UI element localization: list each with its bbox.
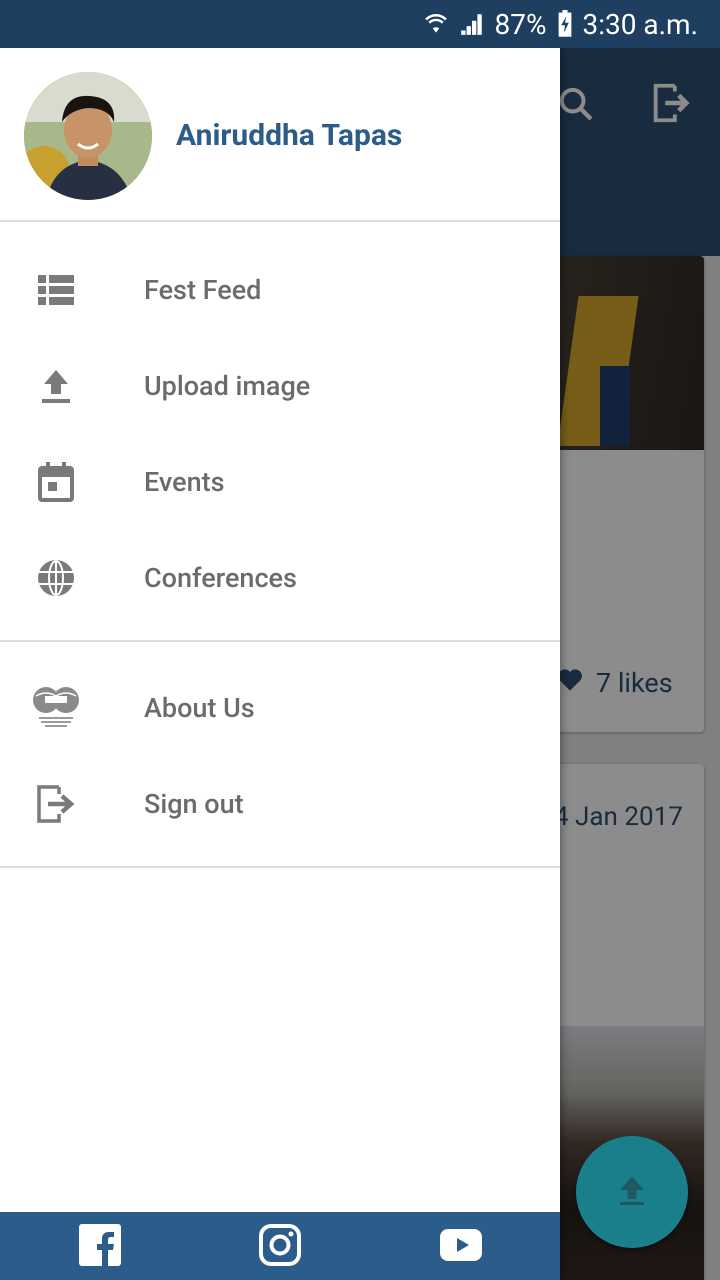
list-icon — [32, 266, 80, 314]
battery-percent: 87% — [494, 7, 547, 41]
sign-out-icon — [32, 780, 80, 828]
menu-item-label: About Us — [144, 692, 255, 724]
menu-item-sign-out[interactable]: Sign out — [0, 756, 560, 852]
menu-item-label: Events — [144, 466, 225, 498]
drawer-menu-main: Fest Feed Upload image Events Conference… — [0, 242, 560, 626]
facebook-icon[interactable] — [79, 1224, 121, 1266]
user-name: Aniruddha Tapas — [176, 118, 403, 153]
upload-icon — [614, 1172, 650, 1212]
status-bar: 87% 3:30 a.m. — [0, 0, 720, 48]
upload-icon — [32, 362, 80, 410]
menu-item-upload-image[interactable]: Upload image — [0, 338, 560, 434]
avatar[interactable] — [24, 72, 152, 200]
menu-divider — [0, 640, 560, 642]
instagram-icon[interactable] — [259, 1224, 301, 1266]
menu-item-label: Sign out — [144, 788, 244, 820]
signal-icon — [459, 11, 485, 37]
drawer-footer — [0, 1212, 560, 1280]
wifi-icon — [423, 11, 449, 37]
upload-fab[interactable] — [576, 1136, 688, 1248]
menu-divider — [0, 866, 560, 868]
navigation-drawer: Aniruddha Tapas Fest Feed Upload image E… — [0, 48, 560, 1280]
menu-item-label: Upload image — [144, 370, 311, 402]
globe-icon — [32, 554, 80, 602]
spe-logo-icon — [30, 684, 82, 732]
menu-item-about-us[interactable]: About Us — [0, 660, 560, 756]
calendar-icon — [32, 458, 80, 506]
menu-item-conferences[interactable]: Conferences — [0, 530, 560, 626]
clock: 3:30 a.m. — [582, 7, 699, 41]
battery-icon — [557, 10, 573, 38]
menu-item-fest-feed[interactable]: Fest Feed — [0, 242, 560, 338]
drawer-header: Aniruddha Tapas — [0, 48, 560, 222]
menu-item-label: Conferences — [144, 562, 297, 594]
menu-item-label: Fest Feed — [144, 274, 262, 306]
drawer-menu-secondary: About Us Sign out — [0, 660, 560, 852]
youtube-icon[interactable] — [439, 1224, 483, 1266]
menu-item-events[interactable]: Events — [0, 434, 560, 530]
